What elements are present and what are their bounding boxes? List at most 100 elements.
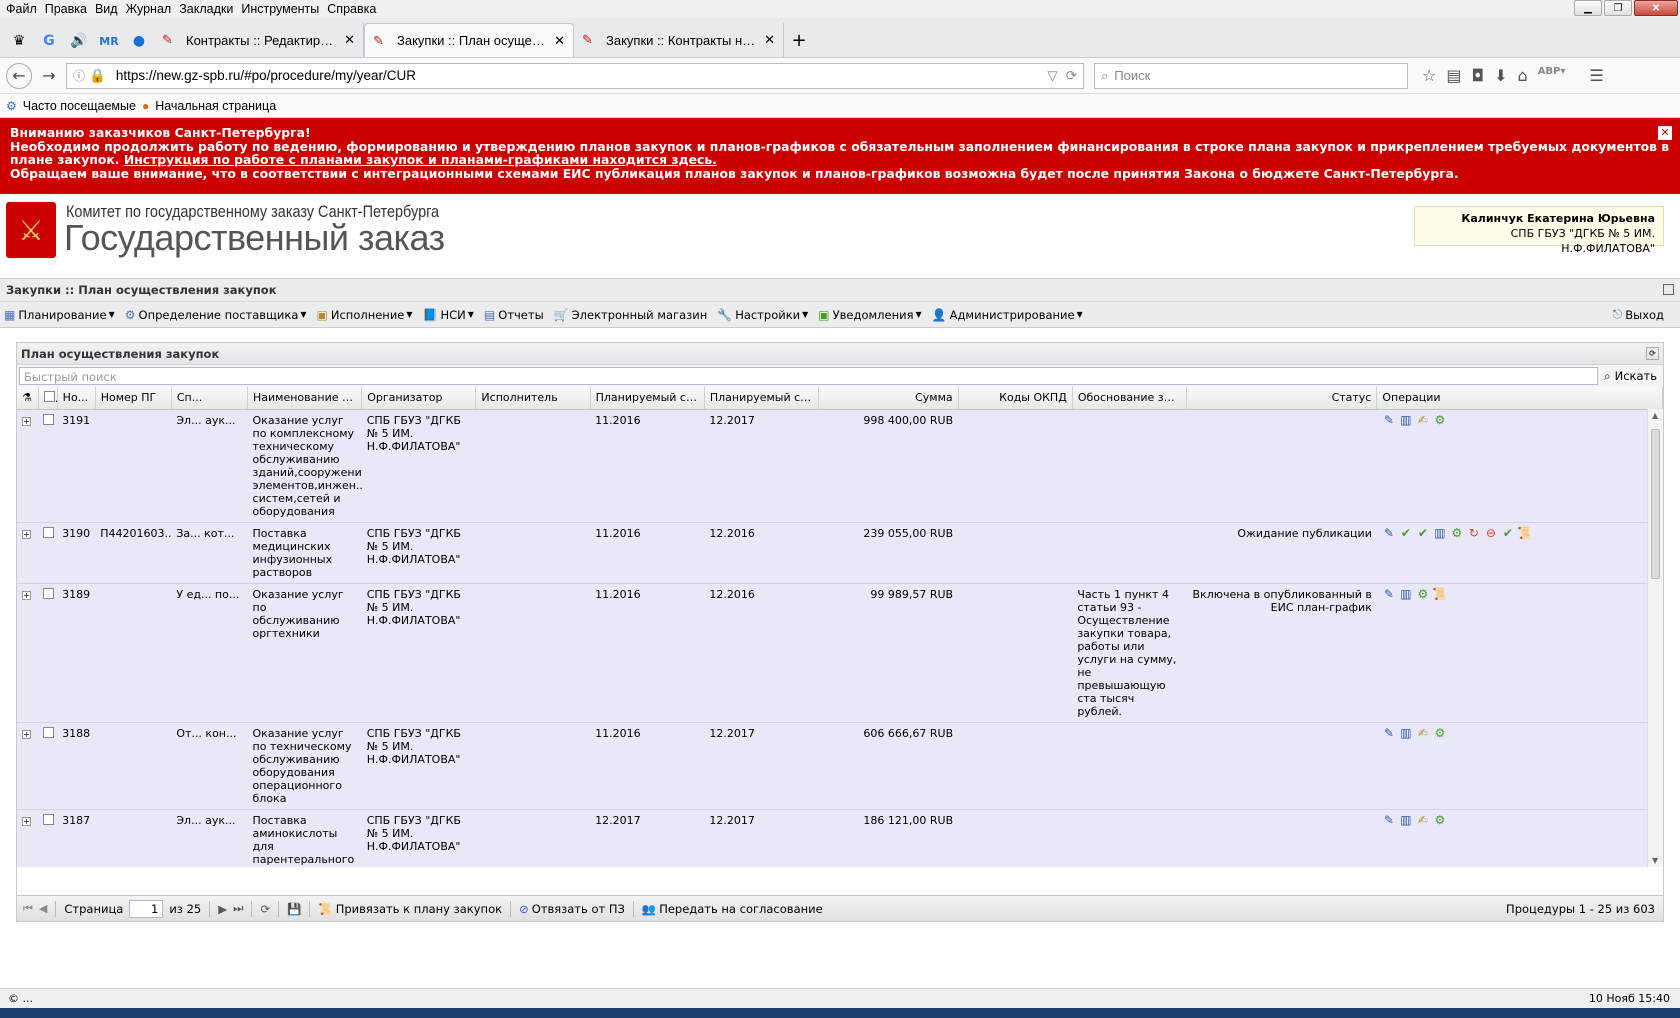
search-bar[interactable]: ⌕ Поиск [1094, 62, 1408, 89]
col-okpd[interactable]: Коды ОКПД [958, 387, 1073, 410]
col-organizer[interactable]: Организатор [361, 387, 477, 410]
cell-operations[interactable]: ✎ ▥ ✍ ⚙ [1376, 722, 1663, 810]
menu-settings[interactable]: 🔧 Настройки ▼ [717, 308, 808, 322]
cell-operations[interactable]: ✎ ▥ ✍ ⚙ [1376, 409, 1663, 523]
menu-planning[interactable]: ▦ Планирование ▼ [4, 308, 115, 322]
refresh-icon[interactable]: ⟳ [260, 902, 270, 916]
cancel-icon[interactable]: ⊖ [1484, 527, 1498, 541]
col-method[interactable]: Сп... [171, 387, 249, 410]
tab-close-icon[interactable]: ✕ [764, 32, 775, 48]
pinned-tab-google-icon[interactable]: G [34, 25, 64, 57]
menu-notifications[interactable]: ▣ Уведомления ▼ [818, 308, 921, 322]
scroll-icon[interactable]: 📜 [1517, 527, 1532, 541]
reading-list-icon[interactable]: ▤ [1446, 66, 1461, 85]
settings-icon[interactable]: ⚙ [1433, 814, 1447, 828]
chart-icon[interactable]: ▥ [1399, 814, 1413, 828]
settings-icon[interactable]: ⚙ [1433, 414, 1447, 428]
scroll-thumb[interactable] [1651, 429, 1660, 579]
expand-icon[interactable]: + [17, 522, 39, 584]
menu-execution[interactable]: ▣ Исполнение ▼ [317, 308, 413, 322]
row-checkbox[interactable] [38, 722, 58, 810]
page-input[interactable]: 1 [129, 899, 164, 918]
edit-icon[interactable]: ✎ [1382, 814, 1396, 828]
row-checkbox[interactable] [38, 809, 58, 867]
download-icon[interactable]: ⬇ [1494, 66, 1507, 85]
vertical-scrollbar[interactable]: ▲ ▼ [1647, 409, 1663, 867]
col-no[interactable]: Но... [57, 387, 96, 410]
url-bar[interactable]: ⓘ 🔒 https://new.gz-spb.ru/#po/procedure/… [66, 62, 1084, 89]
sign-icon[interactable]: ✍ [1416, 414, 1430, 428]
expand-icon[interactable]: + [17, 722, 39, 810]
menu-file[interactable]: Файл [6, 2, 37, 16]
cell-operations[interactable]: ✎ ▥ ⚙ 📜 [1376, 583, 1663, 723]
edit-icon[interactable]: ✎ [1382, 527, 1396, 541]
expand-icon[interactable]: + [17, 409, 39, 523]
col-name[interactable]: Наименование за... [247, 387, 363, 410]
sign-icon[interactable]: ✍ [1416, 814, 1430, 828]
tab-plan[interactable]: ✎ Закупки :: План осуществ... ✕ [364, 23, 574, 57]
menu-nsi[interactable]: 📘 НСИ ▼ [423, 308, 474, 322]
col-sum[interactable]: Сумма [818, 387, 959, 410]
first-page-icon[interactable]: ⏮ [23, 902, 33, 916]
scroll-icon[interactable]: 📜 [1432, 588, 1447, 602]
menu-admin[interactable]: 👤 Администрирование ▼ [932, 308, 1083, 322]
bookmark-star-icon[interactable]: ☆ [1422, 66, 1436, 85]
menu-reports[interactable]: ▤ Отчеты [484, 308, 544, 322]
menu-eshop[interactable]: 🛒 Электронный магазин [554, 308, 708, 322]
row-checkbox[interactable] [38, 409, 58, 523]
menu-view[interactable]: Вид [95, 2, 118, 16]
menu-supplier[interactable]: ⚙ Определение поставщика ▼ [125, 308, 307, 322]
menu-history[interactable]: Журнал [126, 2, 172, 16]
expand-icon[interactable]: + [17, 809, 39, 867]
menu-help[interactable]: Справка [327, 2, 376, 16]
table-row[interactable]: +3190 П44201603... За... кот... Поставка ме… [17, 522, 1663, 584]
alert-close-icon[interactable]: ✕ [1658, 126, 1672, 140]
bookmark-start-page[interactable]: Начальная страница [155, 99, 276, 113]
url-dropdown-icon[interactable]: ▽ [1047, 68, 1057, 84]
table-row[interactable]: +3188 От... кон... Оказание услуг по техни… [17, 722, 1663, 810]
row-checkbox[interactable] [38, 583, 58, 723]
gear-icon[interactable]: ⚙ [1450, 527, 1464, 541]
col-executor[interactable]: Исполнитель [475, 387, 591, 410]
approve-icon[interactable]: ✔ [1399, 527, 1413, 541]
col-operations[interactable]: Операции [1376, 387, 1663, 410]
last-page-icon[interactable]: ⏭ [233, 901, 243, 916]
home-icon[interactable]: ⌂ [1518, 66, 1528, 85]
chart-icon[interactable]: ▥ [1399, 588, 1413, 602]
unbind-plan-button[interactable]: ⊘ Отвязать от ПЗ [519, 902, 625, 916]
next-page-icon[interactable]: ▶ [218, 902, 227, 916]
row-checkbox[interactable] [38, 522, 58, 584]
filter-icon[interactable]: ⚗ [17, 387, 39, 410]
pocket-icon[interactable]: ◘ [1471, 66, 1484, 85]
tab-contracts-e[interactable]: ✎ Закупки :: Контракты на э... ✕ [574, 23, 784, 57]
refresh-panel-icon[interactable]: ⟳ [1646, 347, 1659, 360]
cell-operations[interactable]: ✎ ✔ ✔ ▥ ⚙ ↻ ⊖ ✔ 📜 [1376, 522, 1663, 584]
quick-search-input[interactable]: Быстрый поиск [19, 367, 1599, 385]
tab-close-icon[interactable]: ✕ [344, 32, 355, 48]
adblock-icon[interactable]: ABP▾ [1538, 66, 1566, 85]
chart-icon[interactable]: ▥ [1399, 414, 1413, 428]
save-icon[interactable]: 💾 [287, 902, 301, 916]
table-row[interactable]: +3187 Эл... аук... Поставка аминокислоты д… [17, 809, 1663, 867]
tab-contracts[interactable]: ✎ Контракты :: Редактирова... ✕ [154, 23, 364, 57]
new-tab-button[interactable]: + [784, 23, 814, 57]
maximize-icon[interactable] [1663, 284, 1674, 295]
settings-icon[interactable]: ⚙ [1416, 588, 1430, 602]
instruction-link[interactable]: Инструкция по работе с планами закупок и… [124, 152, 717, 167]
table-row[interactable]: +3189 У ед... по... Оказание услуг по обсл… [17, 583, 1663, 723]
forward-button[interactable]: → [36, 63, 62, 89]
cell-operations[interactable]: ✎ ▥ ✍ ⚙ [1376, 809, 1663, 867]
prev-page-icon[interactable]: ◀ [39, 902, 47, 915]
menu-tools[interactable]: Инструменты [241, 2, 319, 16]
pinned-tab-audio-icon[interactable]: 🔊 [64, 25, 94, 57]
edit-icon[interactable]: ✎ [1382, 727, 1396, 741]
minimize-icon[interactable]: ▁ [1574, 0, 1602, 16]
table-row[interactable]: +3191 Эл... аук... Оказание услуг по компл… [17, 409, 1663, 523]
scroll-down-icon[interactable]: ▼ [1652, 856, 1658, 865]
send-approval-button[interactable]: 👥 Передать на согласование [642, 902, 823, 916]
hamburger-menu-icon[interactable]: ☰ [1589, 66, 1603, 85]
reload-icon[interactable]: ⟳ [1066, 68, 1077, 84]
restore-icon[interactable]: ❐ [1604, 0, 1632, 16]
edit-icon[interactable]: ✎ [1382, 588, 1396, 602]
stats-icon[interactable]: ▥ [1433, 527, 1447, 541]
